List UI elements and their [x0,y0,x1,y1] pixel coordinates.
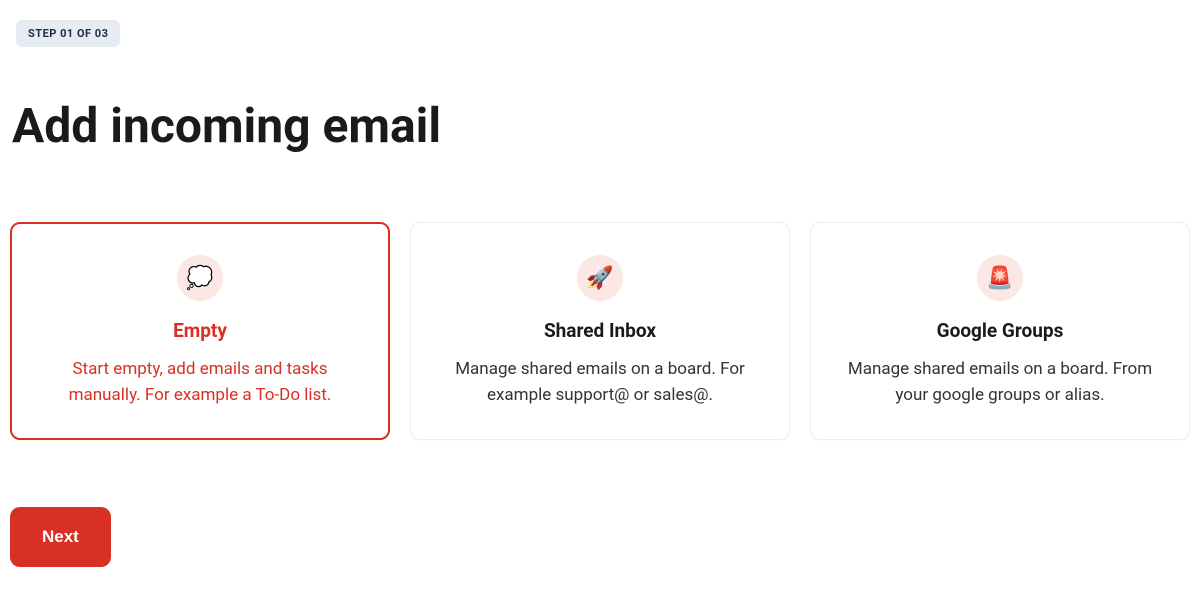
option-card-shared-inbox[interactable]: 🚀 Shared Inbox Manage shared emails on a… [410,222,790,440]
siren-icon: 🚨 [977,255,1023,301]
page-title: Add incoming email [12,97,1190,154]
option-card-title: Shared Inbox [439,319,761,342]
option-card-description: Manage shared emails on a board. From yo… [839,356,1161,409]
rocket-icon: 🚀 [577,255,623,301]
option-cards-row: 💭 Empty Start empty, add emails and task… [10,222,1190,440]
option-card-description: Start empty, add emails and tasks manual… [39,356,361,409]
next-button[interactable]: Next [10,507,111,567]
option-card-empty[interactable]: 💭 Empty Start empty, add emails and task… [10,222,390,440]
option-card-title: Google Groups [839,319,1161,342]
option-card-google-groups[interactable]: 🚨 Google Groups Manage shared emails on … [810,222,1190,440]
thought-bubble-icon: 💭 [177,255,223,301]
option-card-title: Empty [39,319,361,342]
option-card-description: Manage shared emails on a board. For exa… [439,356,761,409]
step-indicator-badge: STEP 01 OF 03 [16,20,120,47]
